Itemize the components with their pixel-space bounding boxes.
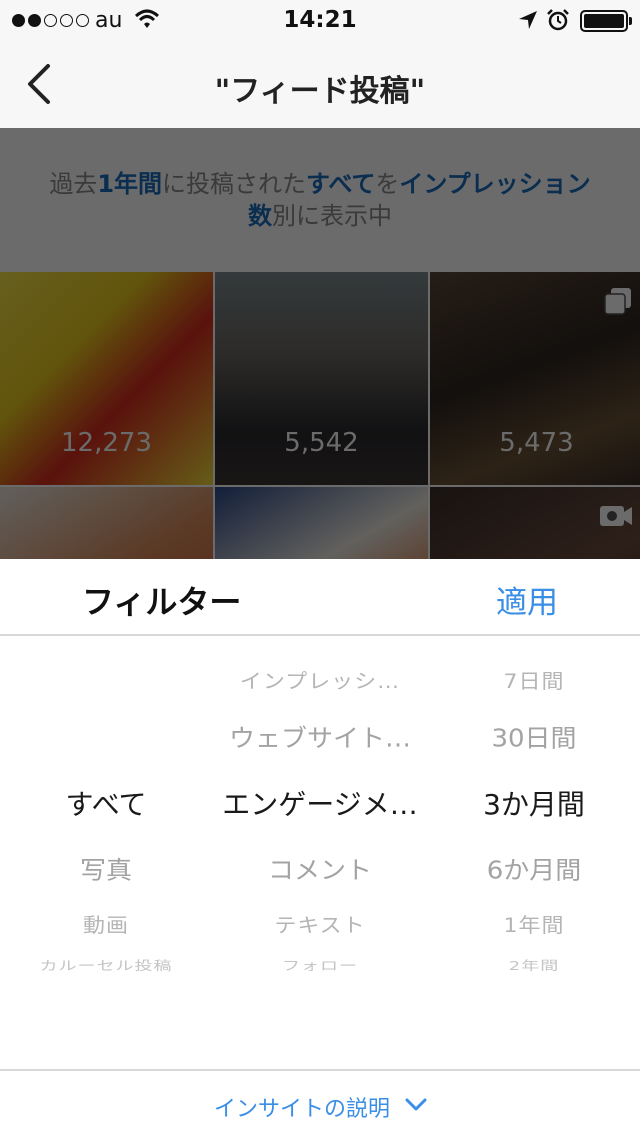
picker-metric-column[interactable]: いいね！インプレッシ…ウェブサイト…エンゲージメ…コメントテキストフォロー bbox=[212, 669, 428, 1039]
picker-option[interactable]: 1年間 bbox=[428, 910, 640, 939]
picker-option[interactable]: コメント bbox=[212, 851, 428, 886]
insight-help-label[interactable]: インサイトの説明 bbox=[214, 1091, 390, 1123]
filter-sheet: フィルター 適用 すべて写真動画カルーセル投稿 いいね！インプレッシ…ウェブサイ… bbox=[0, 559, 640, 1136]
picker-option[interactable]: 7日間 bbox=[428, 669, 640, 694]
alarm-icon bbox=[547, 9, 569, 31]
picker-option[interactable]: フォロー bbox=[212, 956, 428, 974]
picker-option[interactable]: カルーセル投稿 bbox=[0, 956, 212, 974]
picker-type-column[interactable]: すべて写真動画カルーセル投稿 bbox=[0, 669, 212, 1039]
posts-content: 過去1年間に投稿されたすべてをインプレッション数別に表示中 12,2735,54… bbox=[0, 128, 640, 559]
picker-option[interactable]: エンゲージメ… bbox=[212, 783, 428, 823]
picker-option[interactable]: インプレッシ… bbox=[212, 669, 428, 694]
picker-option[interactable]: 30日間 bbox=[428, 719, 640, 754]
chevron-down-icon[interactable] bbox=[404, 1097, 428, 1113]
dim-overlay[interactable] bbox=[0, 128, 640, 559]
picker-option[interactable]: 写真 bbox=[0, 851, 212, 886]
picker-option[interactable]: 6か月間 bbox=[428, 851, 640, 886]
filter-picker: すべて写真動画カルーセル投稿 いいね！インプレッシ…ウェブサイト…エンゲージメ…… bbox=[0, 669, 640, 1039]
insight-help[interactable]: インサイトの説明 bbox=[0, 1069, 640, 1136]
picker-option[interactable]: 3か月間 bbox=[428, 783, 640, 823]
picker-option[interactable]: 動画 bbox=[0, 910, 212, 939]
location-arrow-icon bbox=[519, 11, 537, 29]
page-title: "フィード投稿" bbox=[214, 74, 426, 109]
apply-button[interactable]: 適用 bbox=[496, 577, 558, 622]
picker-option[interactable]: テキスト bbox=[212, 910, 428, 939]
picker-period-column[interactable]: 7日間 30日間 3か月間 6か月間 1年間 2年間 bbox=[428, 669, 640, 1039]
nav-bar: "フィード投稿" bbox=[0, 40, 640, 128]
picker-option[interactable]: ウェブサイト… bbox=[212, 719, 428, 754]
sheet-header: フィルター 適用 bbox=[0, 559, 640, 636]
status-time: 14:21 bbox=[283, 7, 357, 33]
picker-option[interactable]: すべて bbox=[0, 783, 212, 823]
sheet-title: フィルター bbox=[82, 583, 242, 621]
status-bar: au 14:21 bbox=[0, 0, 640, 40]
battery-icon bbox=[580, 10, 632, 32]
picker-option[interactable]: 2年間 bbox=[428, 956, 640, 974]
